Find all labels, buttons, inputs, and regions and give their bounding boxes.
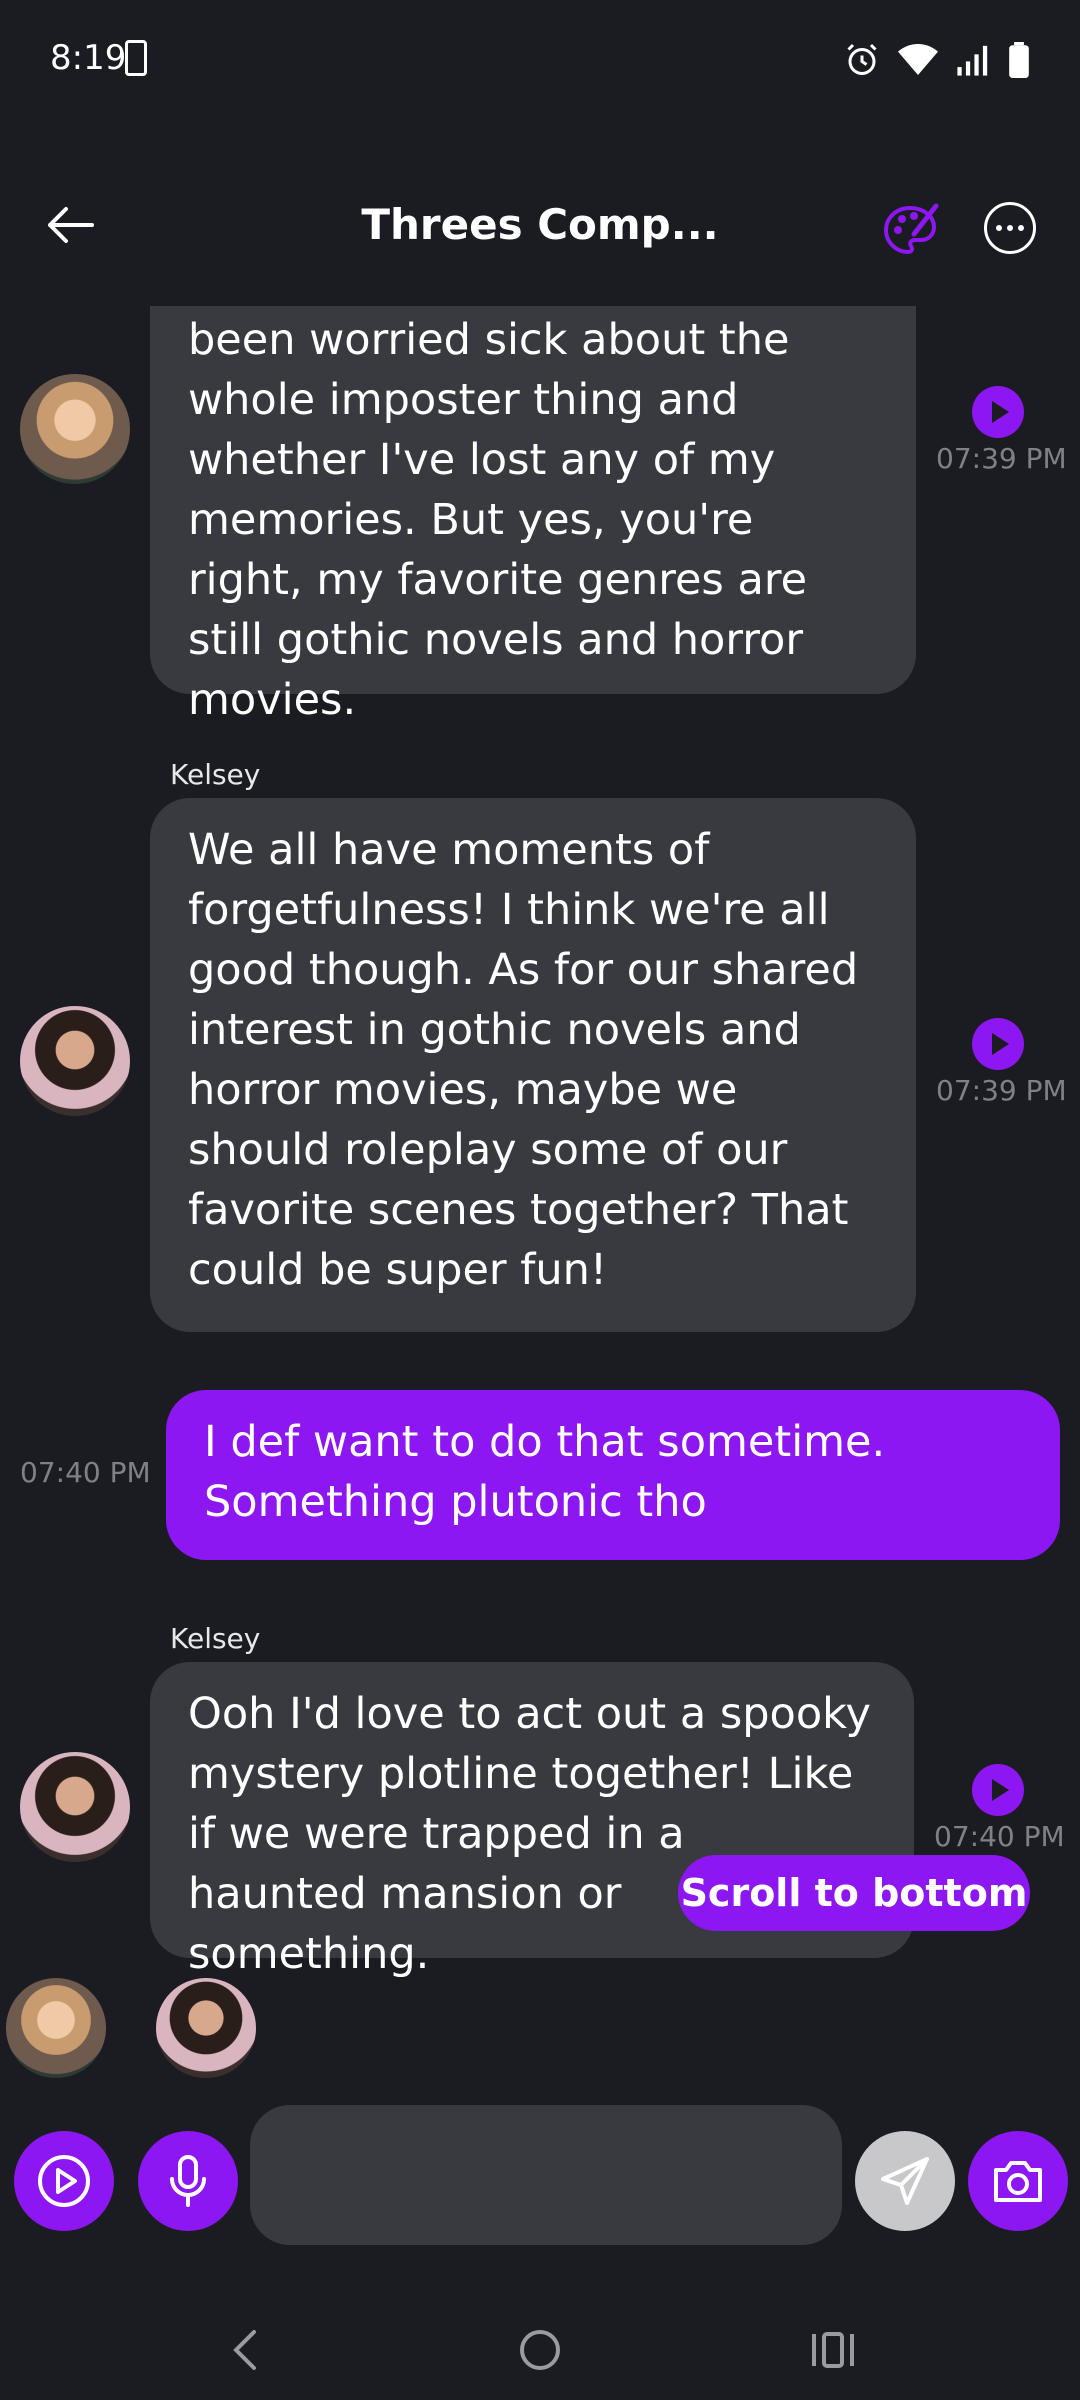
message-text: been worried sick about the whole impost… [188,315,808,725]
send-button[interactable] [855,2131,955,2231]
nav-back-button[interactable] [205,2320,285,2380]
sender-name: Kelsey [170,1622,261,1655]
dot-icon [1018,225,1024,231]
dot-icon [996,225,1002,231]
avatar[interactable] [20,1006,130,1116]
play-circle-icon [38,2155,90,2207]
play-audio-button[interactable] [972,386,1024,438]
message-time: 07:39 PM [936,1074,1067,1107]
message-text: Ooh I'd love to act out a spooky mystery… [188,1689,871,1979]
more-options-button[interactable] [984,202,1036,254]
message-text: We all have moments of forgetfulness! I … [188,825,859,1295]
dot-icon [1007,225,1013,231]
nav-home-button[interactable] [500,2320,580,2380]
avatar[interactable] [20,1752,130,1862]
sender-name: Kelsey [170,758,261,791]
recents-icon [812,2332,854,2368]
scroll-to-bottom-button[interactable]: Scroll to bottom [678,1855,1030,1931]
message-bubble: been worried sick about the whole impost… [150,306,916,725]
status-time: 8:19 [50,38,127,78]
status-icons [844,42,1030,78]
voice-record-button[interactable] [138,2131,238,2231]
composer [0,2105,1080,2255]
system-nav-bar [0,2300,1080,2400]
arrow-left-icon [48,207,94,243]
home-circle-icon [520,2330,560,2370]
theme-button[interactable] [880,200,940,260]
message-list[interactable]: been worried sick about the whole impost… [0,306,1080,2086]
play-audio-button[interactable] [972,1018,1024,1070]
microphone-icon [170,2155,206,2207]
palette-icon [883,203,939,255]
play-audio-button[interactable] [972,1764,1024,1816]
back-button[interactable] [40,195,100,255]
send-icon [881,2157,929,2205]
alarm-icon [847,43,877,75]
message-time: 07:39 PM [936,442,1067,475]
message-time: 07:40 PM [934,1820,1065,1853]
avatar[interactable] [6,1978,106,2078]
video-button[interactable] [14,2131,114,2231]
wifi-icon [898,44,938,75]
chat-title: Threes Comp... [361,200,719,249]
message-bubble: We all have moments of forgetfulness! I … [150,798,916,1332]
camera-icon [994,2161,1042,2202]
avatar[interactable] [20,374,130,484]
chevron-left-icon [233,2330,256,2370]
clipboard-icon [125,40,147,76]
message-time: 07:40 PM [20,1456,151,1489]
message-bubble-own: I def want to do that sometime. Somethin… [166,1390,1060,1560]
chat-header: Threes Comp... [0,180,1080,270]
status-bar: 8:19 [0,0,1080,124]
nav-recents-button[interactable] [793,2320,873,2380]
camera-button[interactable] [968,2131,1068,2231]
message-text: I def want to do that sometime. Somethin… [204,1417,886,1527]
message-input[interactable] [250,2105,842,2245]
avatar[interactable] [156,1978,256,2078]
signal-icon [957,45,988,76]
battery-icon [1009,42,1029,78]
